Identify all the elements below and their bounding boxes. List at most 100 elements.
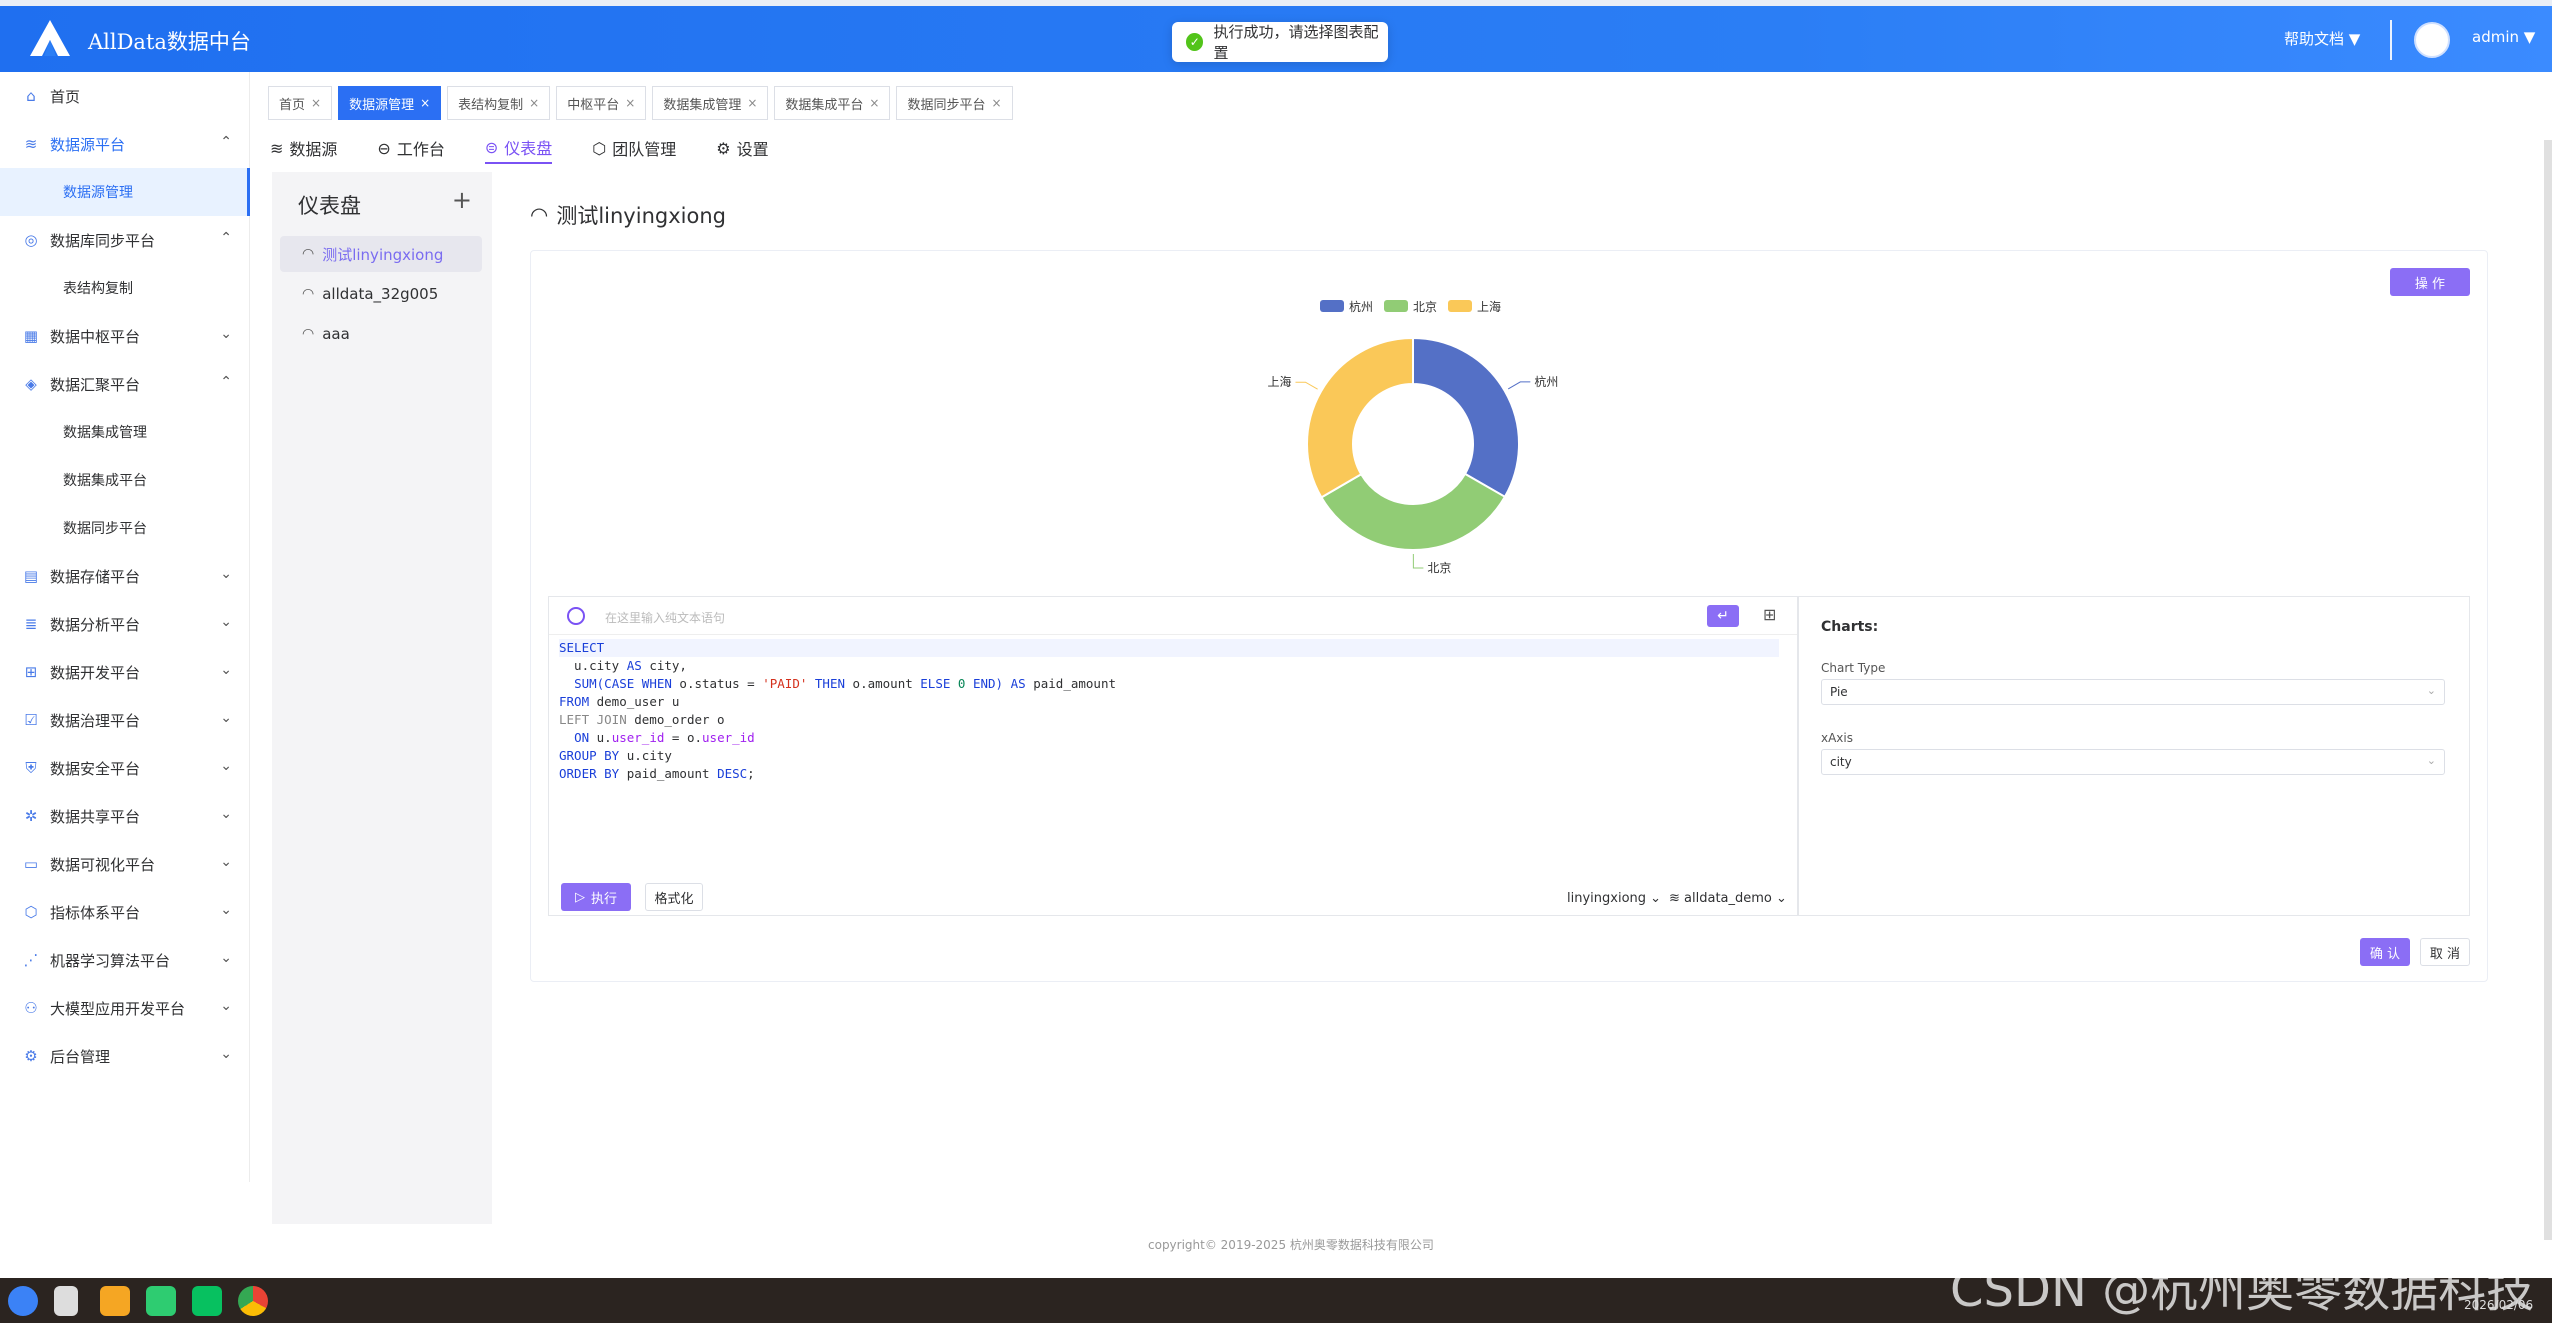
user-menu[interactable]: admin ▼ (2472, 28, 2535, 46)
avatar[interactable] (2414, 22, 2450, 58)
tab-home[interactable]: 首页 × (268, 86, 333, 120)
sidebar-item-label: 数据分析平台 (50, 615, 141, 634)
sidebar-item-datasource-platform[interactable]: ≋ 数据源平台 ⌃ (0, 120, 250, 168)
pie-slice[interactable] (1412, 336, 1520, 499)
chrome-icon[interactable] (238, 1286, 268, 1316)
pie-label-line (1507, 381, 1531, 390)
sidebar-item-sync-platform[interactable]: 数据同步平台 (0, 504, 250, 552)
editor-footer: ▷ 执行 格式化 linyingxiong ⌄ ≋ alldata_demo ⌄ (549, 873, 1797, 917)
play-icon: ▷ (574, 889, 585, 905)
cube-icon: ⬡ (24, 903, 38, 921)
xaxis-select[interactable]: city ⌄ (1821, 749, 2445, 775)
subnav-label: 仪表盘 (504, 139, 553, 158)
tab-sync-platform[interactable]: 数据同步平台 × (896, 86, 1013, 120)
legend-swatch[interactable] (1448, 300, 1472, 312)
wechat-icon[interactable] (192, 1286, 222, 1316)
subnav-workbench[interactable]: ⊖ 工作台 (377, 132, 444, 164)
sidebar-item-integration-manage[interactable]: 数据集成管理 (0, 408, 250, 456)
sidebar-item-label: 数据同步平台 (63, 521, 147, 537)
close-icon[interactable]: × (747, 96, 757, 110)
close-icon[interactable]: × (529, 96, 539, 110)
sidebar-item-datasource-manage[interactable]: 数据源管理 (0, 168, 250, 216)
sidebar-item-home[interactable]: ⌂ 首页 (0, 72, 250, 120)
sidebar-item-label: 数据中枢平台 (50, 327, 141, 346)
close-icon[interactable]: × (311, 96, 321, 110)
tab-integration-platform[interactable]: 数据集成平台 × (774, 86, 891, 120)
sidebar-item-develop[interactable]: ⊞ 数据开发平台 ⌄ (0, 648, 250, 696)
chart-type-select[interactable]: Pie ⌄ (1821, 679, 2445, 705)
subnav-label: 数据源 (289, 140, 338, 159)
help-docs-menu[interactable]: 帮助文档 ▼ (2284, 28, 2360, 49)
check-circle-icon: ✓ (1186, 33, 1204, 51)
close-icon[interactable]: × (420, 96, 430, 110)
tab-table-copy[interactable]: 表结构复制 × (447, 86, 551, 120)
dashboard-item[interactable]: ◠ aaa (280, 316, 482, 352)
confirm-button[interactable]: 确 认 (2360, 938, 2410, 966)
tab-hub[interactable]: 中枢平台 × (556, 86, 647, 120)
close-icon[interactable]: × (991, 96, 1001, 110)
storage-icon: ▤ (23, 567, 39, 585)
share-icon: ✲ (24, 807, 38, 825)
sidebar-item-visualization[interactable]: ▭ 数据可视化平台 ⌄ (0, 840, 250, 888)
success-toast: ✓ 执行成功，请选择图表配置 (1172, 22, 1388, 62)
hub-icon: ▦ (23, 327, 39, 345)
sidebar-item-table-copy[interactable]: 表结构复制 (0, 264, 250, 312)
subnav-datasource[interactable]: ≋ 数据源 (270, 132, 337, 164)
sidebar-item-label: 机器学习算法平台 (50, 951, 171, 970)
legend-swatch[interactable] (1384, 300, 1408, 312)
pie-label-line (1412, 553, 1424, 569)
run-label: 执行 (590, 891, 617, 907)
table-icon[interactable]: ⊞ (1763, 605, 1776, 624)
close-icon[interactable]: × (869, 96, 879, 110)
subnav-team[interactable]: ⬡ 团队管理 (592, 132, 676, 164)
file-manager-icon[interactable] (54, 1286, 78, 1316)
format-button[interactable]: 格式化 (645, 883, 703, 911)
operate-button[interactable]: 操 作 (2390, 268, 2470, 296)
sidebar-item-analysis[interactable]: ≣ 数据分析平台 ⌄ (0, 600, 250, 648)
tab-label: 数据集成管理 (663, 97, 742, 113)
sidebar-item-db-sync[interactable]: ◎ 数据库同步平台 ⌃ (0, 216, 250, 264)
sidebar-item-metrics[interactable]: ⬡ 指标体系平台 ⌄ (0, 888, 250, 936)
sql-code[interactable]: SELECT u.city AS city, SUM(CASE WHEN o.s… (559, 639, 1779, 783)
tab-integration-manage[interactable]: 数据集成管理 × (652, 86, 769, 120)
run-button[interactable]: ▷ 执行 (561, 883, 631, 911)
settings-icon: ⚙ (24, 1047, 38, 1065)
sidebar-item-integration-platform[interactable]: 数据集成平台 (0, 456, 250, 504)
analysis-icon: ≣ (24, 615, 38, 633)
gauge-icon: ◠ (530, 203, 549, 227)
scrollbar[interactable] (2544, 140, 2552, 1240)
sidebar-item-ml[interactable]: ⋰ 机器学习算法平台 ⌄ (0, 936, 250, 984)
pie-slice[interactable] (1306, 336, 1414, 499)
nl-query-input[interactable]: 在这里输入纯文本语句 (605, 609, 725, 626)
subnav-dashboard[interactable]: ⊜ 仪表盘 (484, 132, 553, 164)
sidebar-item-admin[interactable]: ⚙ 后台管理 ⌄ (0, 1032, 250, 1080)
subnav-settings[interactable]: ⚙ 设置 (716, 132, 768, 164)
start-menu-icon[interactable] (8, 1286, 38, 1316)
app-icon[interactable] (100, 1286, 130, 1316)
pie-slice[interactable] (1320, 472, 1507, 551)
subnav-label: 设置 (736, 140, 769, 159)
sidebar-item-share[interactable]: ✲ 数据共享平台 ⌄ (0, 792, 250, 840)
cancel-button[interactable]: 取 消 (2420, 938, 2470, 966)
sidebar-item-label: 数据集成平台 (63, 473, 147, 489)
calendar-icon[interactable] (146, 1286, 176, 1316)
user-select[interactable]: linyingxiong ⌄ (1567, 891, 1661, 906)
sidebar-item-llm[interactable]: ⚇ 大模型应用开发平台 ⌄ (0, 984, 250, 1032)
legend-swatch[interactable] (1320, 300, 1344, 312)
sidebar-item-storage[interactable]: ▤ 数据存储平台 ⌄ (0, 552, 250, 600)
add-dashboard-icon[interactable]: + (452, 186, 472, 214)
tab-datasource-manage[interactable]: 数据源管理 × (338, 86, 442, 120)
sidebar-item-security[interactable]: ⛨ 数据安全平台 ⌄ (0, 744, 250, 792)
close-icon[interactable]: × (625, 96, 635, 110)
dashboard-item[interactable]: ◠ 测试linyingxiong (280, 236, 482, 272)
sidebar-item-data-aggregation[interactable]: ◈ 数据汇聚平台 ⌃ (0, 360, 250, 408)
sidebar-item-governance[interactable]: ☑ 数据治理平台 ⌄ (0, 696, 250, 744)
database-select[interactable]: ≋ alldata_demo ⌄ (1669, 891, 1787, 906)
ai-assistant-icon[interactable] (567, 607, 585, 625)
submit-nl-button[interactable]: ↵ (1707, 605, 1739, 627)
dashboard-item[interactable]: ◠ alldata_32g005 (280, 276, 482, 312)
alldata-logo-icon[interactable] (28, 18, 72, 58)
page-title-text: 测试linyingxiong (556, 204, 726, 228)
csdn-watermark: CSDN @杭州奥零数据科技 (1950, 1262, 2535, 1318)
sidebar-item-data-hub[interactable]: ▦ 数据中枢平台 ⌄ (0, 312, 250, 360)
